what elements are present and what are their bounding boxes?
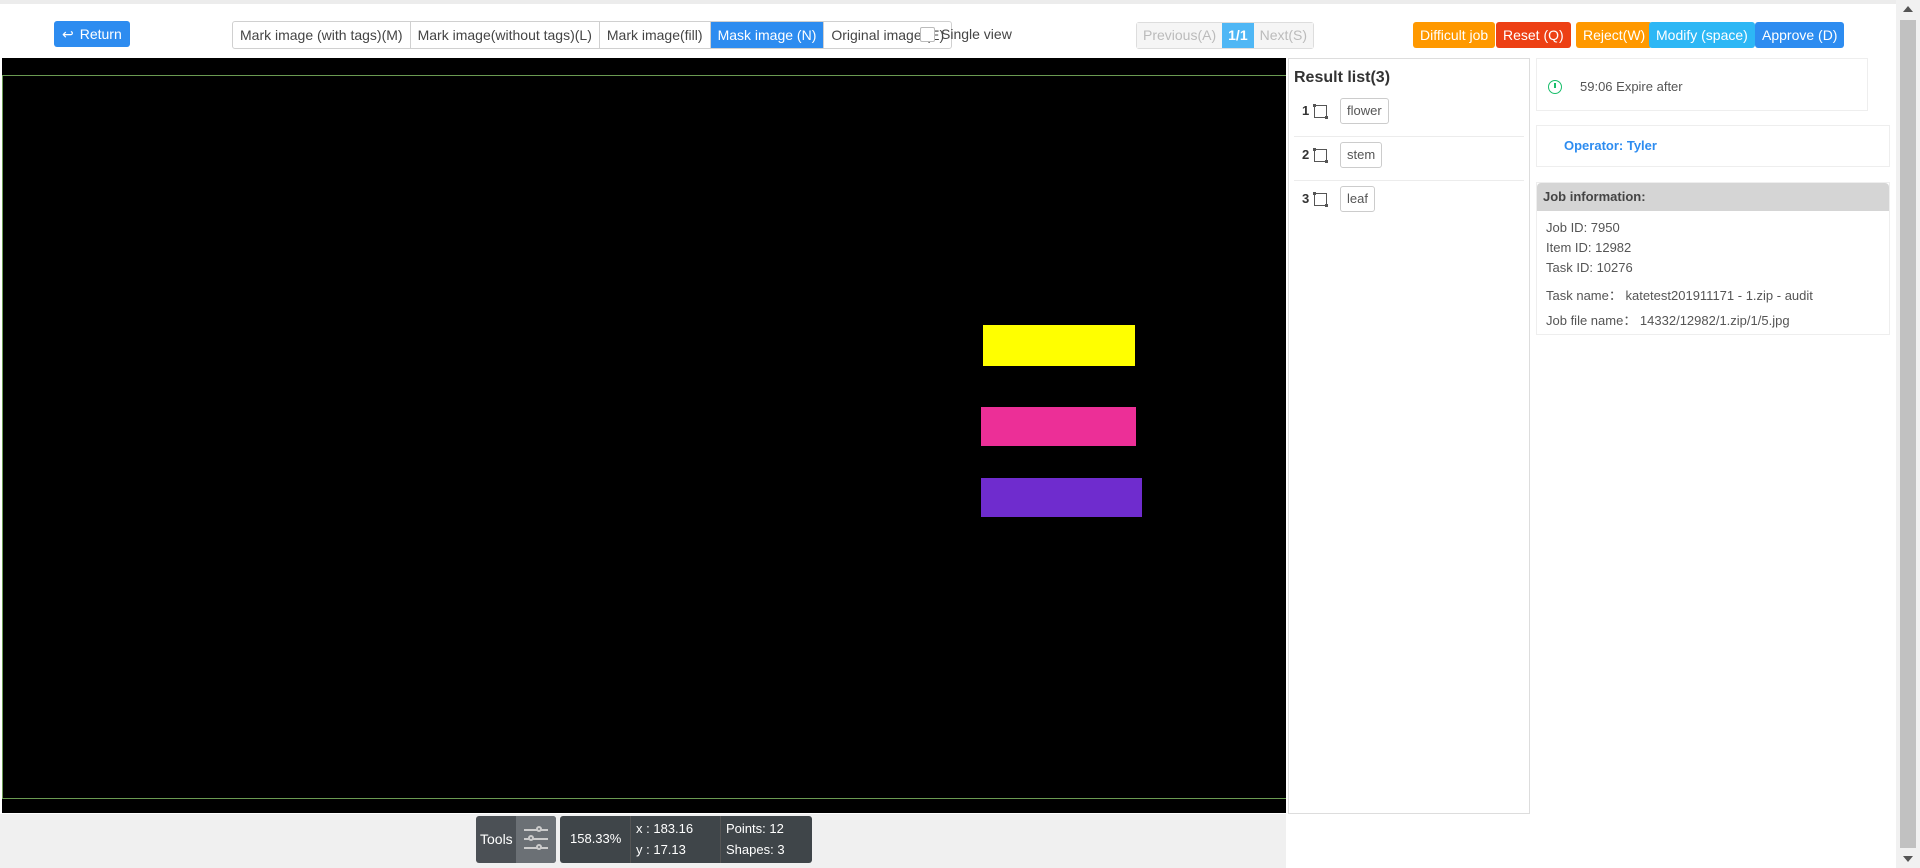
scrollbar-thumb[interactable] — [1900, 20, 1916, 848]
page-scrollbar[interactable] — [1896, 0, 1920, 868]
task-id: Task ID: 10276 — [1546, 260, 1633, 275]
job-information-panel: Job information: Job ID: 7950 Item ID: 1… — [1536, 182, 1890, 335]
tools-label: Tools — [480, 831, 513, 847]
mode-mask-image[interactable]: Mask image (N) — [710, 22, 825, 48]
mask-stem[interactable] — [981, 407, 1136, 446]
zoom-level: 158.33% — [570, 831, 622, 846]
cursor-y: y : 17.13 — [636, 842, 686, 857]
task-name: Task name： katetest201911171 - 1.zip - a… — [1546, 288, 1813, 303]
operator-name: Operator: Tyler — [1564, 138, 1657, 153]
item-id: Item ID: 12982 — [1546, 240, 1632, 255]
pager: Previous(A) 1/1 Next(S) — [1136, 22, 1315, 49]
rectangle-icon — [1313, 104, 1328, 119]
job-information-title: Job information: — [1543, 189, 1646, 204]
mode-mark-fill[interactable]: Mark image(fill) — [600, 22, 711, 48]
top-toolbar: ↩ Return Mark image (with tags)(M) Mark i… — [0, 0, 1896, 58]
cursor-x: x : 183.16 — [636, 821, 694, 836]
page-indicator: 1/1 — [1222, 23, 1254, 48]
return-arrow-icon: ↩ — [62, 26, 74, 42]
canvas-status-panel: 158.33% x : 183.16 y : 17.13 Points: 12 … — [560, 816, 812, 863]
scroll-down-icon[interactable] — [1903, 856, 1913, 862]
result-tag[interactable]: stem — [1340, 142, 1383, 168]
status-divider — [630, 816, 631, 863]
canvas-guide-top — [2, 75, 1286, 76]
mode-mark-with-tags[interactable]: Mark image (with tags)(M) — [233, 22, 411, 48]
single-view-checkbox[interactable] — [920, 26, 935, 42]
difficult-job-button[interactable]: Difficult job — [1413, 22, 1496, 48]
reset-button[interactable]: Reset (Q) — [1496, 22, 1571, 48]
result-index: 3 — [1302, 191, 1310, 206]
expire-timer-panel: 59:06 Expire after — [1536, 58, 1868, 111]
view-mode-group: Mark image (with tags)(M) Mark image(wit… — [232, 21, 953, 49]
result-item-leaf[interactable]: 3 leaf — [1294, 181, 1524, 225]
operator-panel: Operator: Tyler — [1536, 125, 1890, 167]
result-index: 1 — [1302, 103, 1310, 118]
result-list-panel: Result list(3) 1 flower 2 stem 3 leaf — [1288, 58, 1530, 814]
expire-timer-text: 59:06 Expire after — [1580, 79, 1683, 94]
clock-icon — [1548, 80, 1562, 94]
rectangle-icon — [1313, 192, 1328, 207]
rectangle-icon — [1313, 148, 1328, 163]
result-list-title: Result list(3) — [1294, 69, 1391, 86]
result-tag[interactable]: leaf — [1340, 186, 1375, 212]
job-information-header: Job information: — [1537, 183, 1889, 211]
return-label: Return — [79, 26, 122, 42]
mode-mark-without-tags[interactable]: Mark image(without tags)(L) — [411, 22, 600, 48]
settings-sliders-icon[interactable] — [516, 816, 556, 863]
single-view-label: Single view — [941, 26, 1012, 42]
result-item-stem[interactable]: 2 stem — [1294, 137, 1524, 181]
reject-button[interactable]: Reject(W) — [1576, 22, 1653, 48]
canvas-guide-left — [2, 75, 3, 799]
job-file-name: Job file name： 14332/12982/1.zip/1/5.jpg — [1546, 313, 1790, 328]
status-divider — [720, 816, 721, 863]
result-tag[interactable]: flower — [1340, 98, 1389, 124]
tools-panel[interactable]: Tools — [476, 816, 556, 863]
result-item-flower[interactable]: 1 flower — [1294, 93, 1524, 137]
previous-button[interactable]: Previous(A) — [1137, 23, 1223, 48]
next-button[interactable]: Next(S) — [1253, 23, 1314, 48]
single-view-toggle[interactable]: Single view — [920, 26, 1012, 42]
return-button[interactable]: ↩ Return — [54, 21, 130, 47]
points-count: Points: 12 — [726, 821, 784, 836]
modify-button[interactable]: Modify (space) — [1649, 22, 1755, 48]
canvas-guide-bottom — [2, 798, 1286, 799]
mask-flower[interactable] — [983, 325, 1135, 366]
approve-button[interactable]: Approve (D) — [1755, 22, 1845, 48]
mask-leaf[interactable] — [981, 478, 1142, 517]
job-id: Job ID: 7950 — [1546, 220, 1620, 235]
shapes-count: Shapes: 3 — [726, 842, 785, 857]
mask-canvas[interactable] — [2, 58, 1286, 813]
result-index: 2 — [1302, 147, 1310, 162]
scroll-up-icon[interactable] — [1903, 6, 1913, 12]
